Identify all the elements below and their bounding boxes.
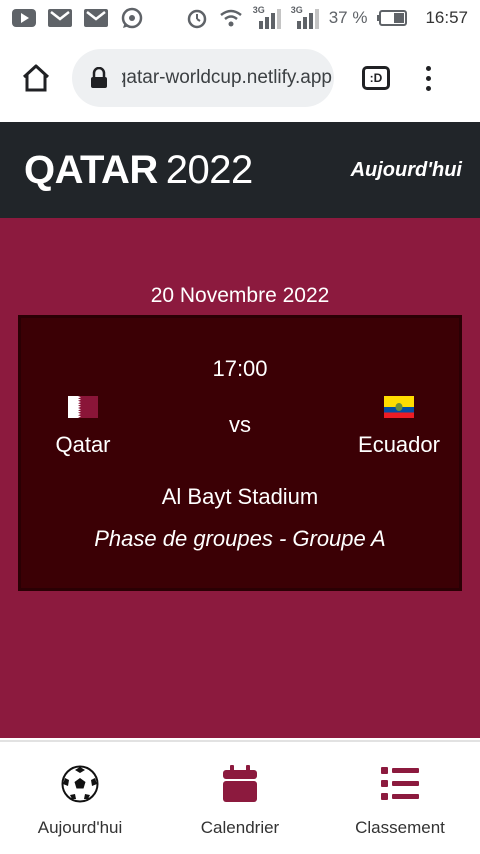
signal-3g-icon: 3G — [252, 5, 281, 29]
gmail-icon — [84, 7, 108, 29]
brand-name: QATAR — [24, 147, 158, 192]
notification-icons — [12, 7, 144, 29]
tab-switcher-button[interactable]: :D — [348, 50, 404, 106]
system-status: 3G 3G 37 % 16:57 — [185, 5, 468, 29]
match-card[interactable]: 17:00 Qatar vs Ecuador Al Bayt Stadium P… — [18, 315, 462, 591]
brand-logo[interactable]: QATAR 2022 — [24, 148, 253, 193]
gmail-icon — [48, 7, 72, 29]
nav-item-standings[interactable]: Classement — [320, 742, 480, 854]
list-icon — [380, 764, 420, 804]
signal-3g-icon: 3G — [290, 5, 319, 29]
nav-label-today: Aujourd'hui — [37, 818, 123, 837]
clock: 16:57 — [425, 8, 468, 27]
nav-label-calendar: Calendrier — [200, 818, 280, 837]
more-vert-icon — [425, 65, 431, 71]
nav-item-today[interactable]: Aujourd'hui — [0, 742, 160, 854]
browser-toolbar: qatar-worldcup.netlify.app :D — [0, 36, 480, 120]
alarm-icon — [185, 7, 209, 29]
wifi-icon — [219, 7, 243, 29]
away-team-name: Ecuador — [358, 432, 440, 457]
network-label: 3G — [290, 5, 303, 15]
home-icon — [22, 64, 50, 92]
home-button[interactable] — [6, 48, 66, 108]
today-link[interactable]: Aujourd'hui — [351, 159, 462, 182]
battery-icon — [377, 7, 408, 29]
match-phase: Phase de groupes - Groupe A — [94, 526, 386, 551]
more-vert-dot — [425, 85, 431, 91]
url-bar[interactable]: qatar-worldcup.netlify.app — [72, 49, 334, 107]
more-vert-dot — [425, 75, 431, 81]
status-bar: 3G 3G 37 % 16:57 — [0, 0, 480, 36]
brand-year: 2022 — [165, 147, 253, 192]
app-header: QATAR 2022 Aujourd'hui — [0, 122, 480, 218]
match-date: 20 Novembre 2022 — [150, 284, 330, 307]
main-content: 20 Novembre 2022 17:00 Qatar vs Ecuador … — [0, 218, 480, 738]
url-text: qatar-worldcup.netlify.app — [122, 67, 332, 88]
bottom-navigation: Aujourd'hui Calendrier Classement — [0, 740, 480, 854]
away-team: Ecuador — [339, 396, 459, 458]
stadium-name: Al Bayt Stadium — [161, 484, 319, 509]
whatsapp-icon — [120, 7, 144, 29]
match-time: 17:00 — [212, 356, 268, 381]
youtube-icon — [12, 7, 36, 29]
ecuador-flag-icon — [384, 396, 414, 418]
nav-item-calendar[interactable]: Calendrier — [160, 742, 320, 854]
network-label: 3G — [252, 5, 265, 15]
browser-menu-button[interactable] — [408, 50, 448, 106]
lock-icon — [90, 67, 110, 89]
battery-percent: 37 % — [328, 8, 368, 27]
soccer-ball-icon — [60, 764, 100, 804]
tab-count: :D — [362, 66, 390, 90]
nav-label-standings: Classement — [355, 818, 445, 837]
calendar-icon — [220, 764, 260, 804]
